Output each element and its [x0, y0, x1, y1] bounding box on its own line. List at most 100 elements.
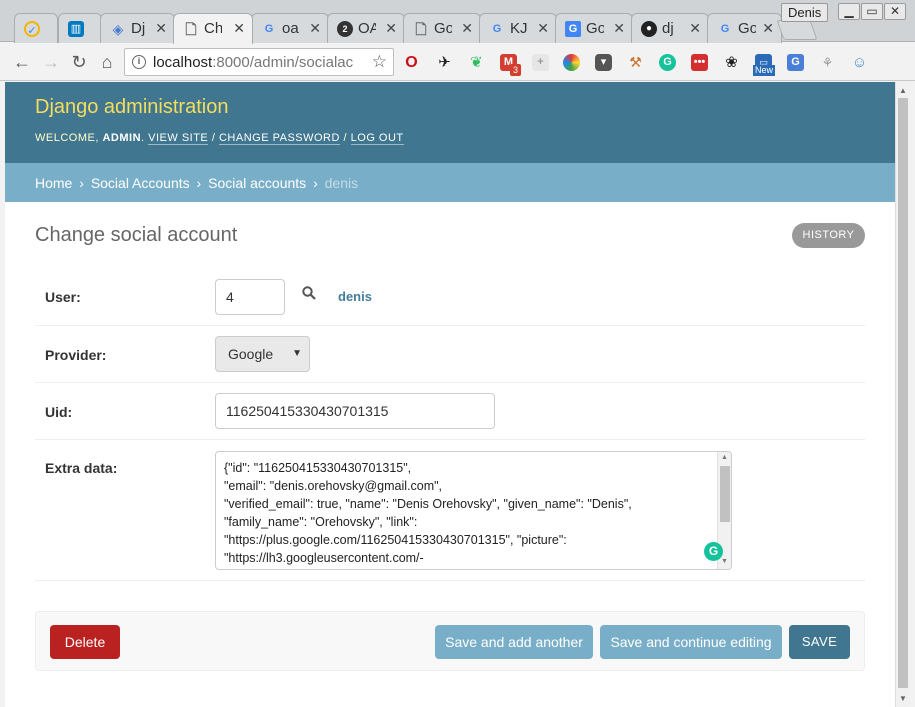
profile-button[interactable]: Denis: [781, 3, 829, 22]
form-row-user: User: 4 denis: [35, 268, 865, 326]
browser-tab-active[interactable]: 🗋 Ch ✕: [173, 13, 253, 44]
form-row-extra-data: Extra data: {"id": "11625041533043070131…: [35, 440, 865, 581]
save-and-add-another-button[interactable]: Save and add another: [435, 625, 593, 659]
tab-title: dj: [662, 21, 674, 37]
extra-data-text: {"id": "116250415330430701315", "email":…: [224, 461, 632, 565]
google-icon: G: [492, 23, 502, 35]
bookmark-star-icon[interactable]: ☆: [372, 52, 387, 72]
logout-link[interactable]: Log out: [350, 132, 404, 145]
url-host: localhost: [153, 55, 213, 71]
url-path: :8000/admin/socialac: [212, 55, 354, 71]
close-tab-icon[interactable]: ✕: [461, 20, 473, 36]
scroll-down-icon[interactable]: ▼: [721, 558, 728, 565]
user-label: User:: [45, 289, 81, 305]
info-icon[interactable]: i: [132, 55, 146, 69]
view-site-link[interactable]: View site: [148, 132, 209, 145]
search-icon[interactable]: [302, 286, 316, 303]
tab-title: Go: [586, 21, 604, 37]
breadcrumb-separator: ›: [196, 175, 202, 191]
reload-icon[interactable]: ↻: [68, 51, 90, 73]
page-scrollbar[interactable]: ▲ ▼: [895, 82, 910, 707]
tab-title: Ch: [204, 21, 222, 37]
grammarly-icon[interactable]: G: [704, 542, 723, 561]
google-icon: G: [264, 23, 274, 35]
blackbird-icon[interactable]: ✈: [436, 54, 453, 71]
grammarly-icon[interactable]: G: [659, 54, 676, 71]
breadcrumb-app[interactable]: Social Accounts: [91, 175, 190, 191]
close-tab-icon[interactable]: ✕: [385, 20, 397, 36]
hammer-icon[interactable]: ⚒: [627, 54, 644, 71]
close-tab-icon[interactable]: ✕: [309, 20, 321, 36]
tree-icon[interactable]: ⚘: [819, 54, 836, 71]
scrollbar-thumb[interactable]: [898, 98, 908, 688]
browser-tab[interactable]: 🗋 Go ✕: [403, 13, 481, 43]
extra-data-textarea[interactable]: {"id": "116250415330430701315", "email":…: [215, 451, 732, 570]
history-button[interactable]: History: [792, 223, 865, 248]
scroll-down-icon[interactable]: ▼: [899, 694, 907, 703]
change-password-link[interactable]: Change password: [218, 132, 340, 145]
google-docs-icon: G: [565, 21, 581, 37]
save-and-continue-button[interactable]: Save and continue editing: [600, 625, 782, 659]
browser-tab[interactable]: ● dj ✕: [631, 13, 709, 43]
close-tab-icon[interactable]: ✕: [537, 20, 549, 36]
new-badge: New: [753, 65, 776, 76]
scroll-up-icon[interactable]: ▲: [899, 86, 907, 95]
close-tab-icon[interactable]: ✕: [762, 20, 774, 36]
scroll-up-icon[interactable]: ▲: [721, 454, 728, 461]
breadcrumb-separator: ›: [79, 175, 84, 191]
new-tab-button[interactable]: [776, 20, 818, 40]
page-icon: 🗋: [415, 21, 427, 37]
close-tab-icon[interactable]: ✕: [613, 20, 625, 36]
close-window-icon[interactable]: ✕: [884, 3, 906, 20]
back-arrow-icon[interactable]: ←: [11, 51, 33, 73]
site-title[interactable]: Django administration: [35, 96, 228, 119]
gmail-badge: 3: [510, 64, 522, 76]
user-tools: Welcome, admin. View site / Change passw…: [35, 132, 404, 145]
browser-tab[interactable]: G oa ✕: [251, 13, 329, 43]
delete-button[interactable]: Delete: [50, 625, 120, 659]
browser-tab[interactable]: G Go ✕: [555, 13, 633, 43]
breadcrumb: Home › Social Accounts › Social accounts…: [5, 163, 895, 202]
user-link[interactable]: denis: [338, 289, 372, 304]
pocket-icon[interactable]: ▾: [595, 54, 612, 71]
browser-tab-strip: ✓ ▥ ◈ Dj ✕ 🗋 Ch ✕ G oa ✕ 2 OA ✕ 🗋 Go ✕ G…: [0, 0, 915, 44]
breadcrumb-home[interactable]: Home: [35, 175, 72, 191]
browser-tab[interactable]: ✓: [14, 13, 58, 43]
robot-icon[interactable]: ☺: [851, 54, 868, 71]
breadcrumb-model[interactable]: Social accounts: [208, 175, 306, 191]
scrollbar-thumb[interactable]: [720, 466, 730, 522]
stack-icon: ◈: [112, 21, 124, 37]
color-picker-icon[interactable]: [563, 54, 580, 71]
close-tab-icon[interactable]: ✕: [233, 20, 245, 36]
evernote-icon[interactable]: ❦: [468, 54, 485, 71]
add-extension-icon[interactable]: +: [532, 54, 549, 71]
forward-arrow-icon[interactable]: →: [40, 51, 62, 73]
tab-title: OA: [358, 21, 376, 37]
close-tab-icon[interactable]: ✕: [155, 20, 167, 36]
tab-title: Go: [738, 21, 756, 37]
browser-tab[interactable]: G KJ ✕: [479, 13, 557, 43]
breadcrumb-current: denis: [324, 175, 359, 191]
browser-toolbar: ← → ↻ ⌂ i localhost:8000/admin/socialac …: [0, 43, 915, 120]
browser-tab[interactable]: ▥: [58, 13, 102, 43]
uid-input[interactable]: 116250415330430701315: [215, 393, 495, 429]
browser-tab[interactable]: 2 OA ✕: [327, 13, 405, 43]
opera-icon[interactable]: O: [403, 54, 420, 71]
gmail-reminder-icon: ✓: [24, 21, 40, 37]
minimize-icon[interactable]: ▁: [838, 3, 860, 20]
provider-select[interactable]: Google ▼: [215, 336, 310, 372]
google-translate-icon[interactable]: G: [787, 54, 804, 71]
address-bar[interactable]: i localhost:8000/admin/socialac ☆: [124, 48, 394, 76]
uid-label: Uid:: [45, 404, 73, 420]
maximize-icon[interactable]: ▭: [861, 3, 883, 20]
home-icon[interactable]: ⌂: [96, 51, 118, 73]
browser-tab[interactable]: ◈ Dj ✕: [100, 13, 175, 43]
extra-data-label: Extra data:: [45, 460, 118, 476]
browser-tab[interactable]: G Go ✕: [707, 13, 782, 43]
close-tab-icon[interactable]: ✕: [689, 20, 701, 36]
save-button[interactable]: Save: [789, 625, 850, 659]
lastpass-icon[interactable]: •••: [691, 54, 708, 71]
user-id-input[interactable]: 4: [215, 279, 285, 315]
url-text: localhost:8000/admin/socialac: [153, 55, 363, 71]
paw-icon[interactable]: ❀: [723, 54, 740, 71]
